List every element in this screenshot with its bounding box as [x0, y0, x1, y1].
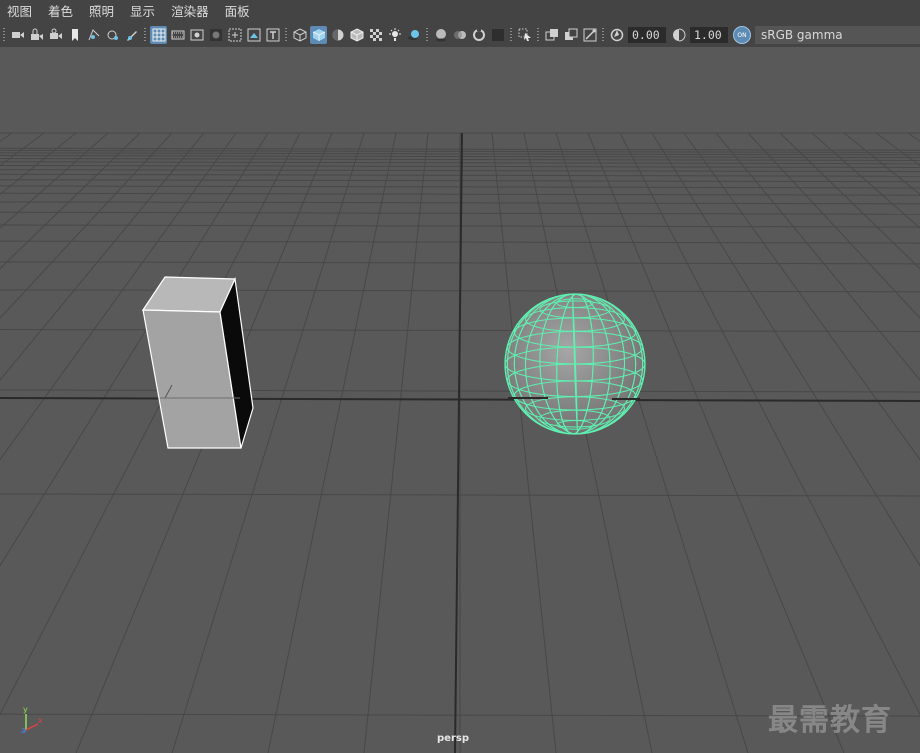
film-gate-icon[interactable]: [169, 26, 186, 44]
grease-pencil-icon[interactable]: [123, 26, 140, 44]
view-transform-dropdown[interactable]: sRGB gamma: [755, 26, 920, 44]
camera-name-label: persp: [437, 733, 469, 744]
grid-icon[interactable]: [150, 26, 167, 44]
motion-blur-icon[interactable]: [451, 26, 468, 44]
wireframe-on-shaded-icon[interactable]: [348, 26, 365, 44]
shadows-icon[interactable]: [405, 26, 422, 44]
panel-toolbar: 0.00 1.00 ON sRGB gamma: [0, 24, 920, 46]
gamma-field[interactable]: 1.00: [690, 27, 728, 43]
select-camera-icon[interactable]: [9, 26, 26, 44]
toolbar-separator: [3, 28, 5, 42]
anti-aliasing-icon[interactable]: [470, 26, 487, 44]
safe-action-icon[interactable]: [245, 26, 262, 44]
toolbar-separator: [285, 28, 287, 42]
toolbar-separator: [144, 28, 146, 42]
menu-shading[interactable]: 着色: [40, 0, 81, 24]
perspective-viewport[interactable]: [0, 47, 920, 753]
color-management-toggle[interactable]: ON: [733, 26, 751, 44]
menu-show[interactable]: 显示: [122, 0, 163, 24]
menu-panels[interactable]: 面板: [217, 0, 258, 24]
resolution-gate-icon[interactable]: [188, 26, 205, 44]
toolbar-separator: [602, 28, 604, 42]
axis-x-label: x: [38, 716, 43, 725]
gamma-icon[interactable]: [670, 26, 687, 44]
exposure-icon[interactable]: [608, 26, 625, 44]
field-chart-icon[interactable]: [226, 26, 243, 44]
xray-joints-icon[interactable]: [581, 26, 598, 44]
watermark: 最需教育: [768, 703, 892, 738]
default-material-icon[interactable]: [329, 26, 346, 44]
toolbar-separator: [510, 28, 512, 42]
xray-active-components-icon[interactable]: [562, 26, 579, 44]
2d-pan-zoom-icon[interactable]: [104, 26, 121, 44]
toolbar-separator: [426, 28, 428, 42]
viewport-scene[interactable]: [0, 47, 920, 753]
axis-y-label: y: [23, 705, 28, 714]
exposure-field[interactable]: 0.00: [628, 27, 666, 43]
textured-icon[interactable]: [367, 26, 384, 44]
image-plane-icon[interactable]: [85, 26, 102, 44]
isolate-select-icon[interactable]: [516, 26, 533, 44]
camera-attributes-icon[interactable]: [47, 26, 64, 44]
lock-camera-icon[interactable]: [28, 26, 45, 44]
toolbar-separator: [537, 28, 539, 42]
xray-icon[interactable]: [543, 26, 560, 44]
safe-title-icon[interactable]: [264, 26, 281, 44]
menu-bar: 视图 着色 照明 显示 渲染器 面板: [0, 0, 920, 24]
menu-renderer[interactable]: 渲染器: [163, 0, 217, 24]
menu-lighting[interactable]: 照明: [81, 0, 122, 24]
depth-of-field-icon[interactable]: [489, 26, 506, 44]
screen-space-ao-icon[interactable]: [432, 26, 449, 44]
bookmark-icon[interactable]: [66, 26, 83, 44]
menu-view[interactable]: 视图: [0, 0, 40, 24]
wireframe-icon[interactable]: [291, 26, 308, 44]
use-all-lights-icon[interactable]: [386, 26, 403, 44]
gate-mask-icon[interactable]: [207, 26, 224, 44]
smooth-shade-icon[interactable]: [310, 26, 327, 44]
axis-z-label: z: [21, 726, 26, 735]
